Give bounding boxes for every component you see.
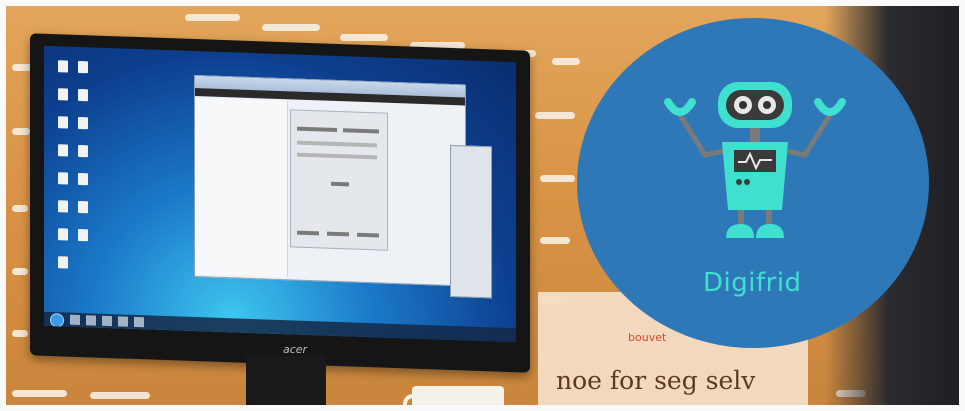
- photo-scene: acer bouvet noe for seg selv Digifrid: [0, 0, 965, 411]
- photo-border: [0, 0, 965, 411]
